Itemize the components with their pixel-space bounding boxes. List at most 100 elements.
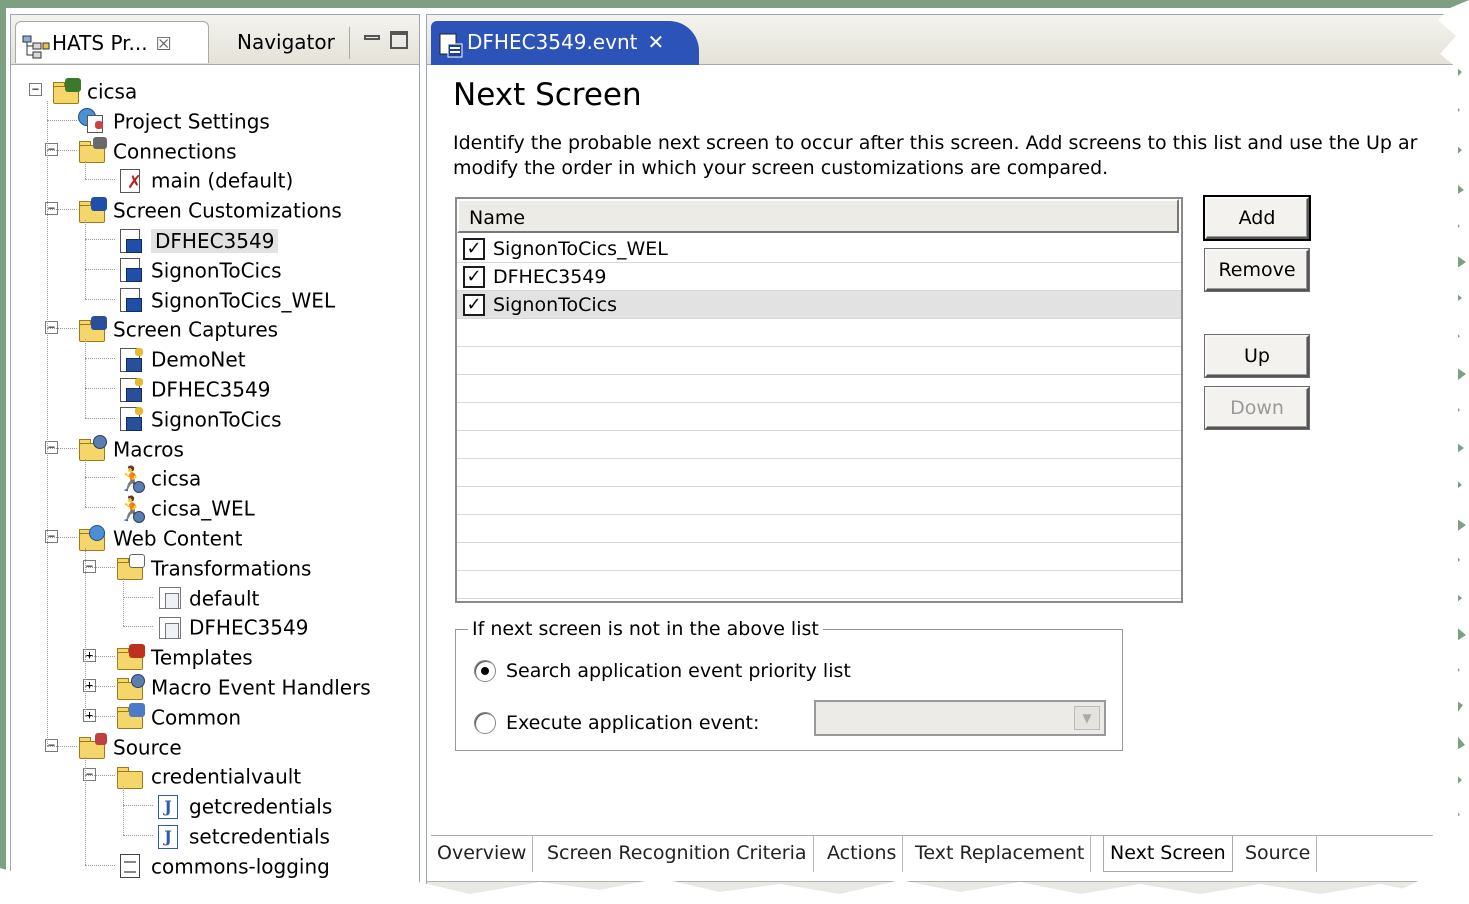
row-checkbox[interactable]: ✓ xyxy=(463,238,485,260)
empty-table-row xyxy=(457,515,1181,543)
application-event-select[interactable]: ▼ xyxy=(814,700,1106,736)
tree-item-cicsa-wel[interactable]: 🏃 cicsa_WEL xyxy=(115,492,255,523)
tree-item-main-default-[interactable]: ✗ main (default) xyxy=(115,164,293,194)
tab-hats-projects[interactable]: HATS Pr... ☒ xyxy=(15,21,209,63)
tab-hats-label: HATS Pr... xyxy=(52,31,148,55)
tree-item-cicsa[interactable]: 🏃 cicsa xyxy=(115,462,201,493)
search-priority-radio[interactable] xyxy=(474,660,496,682)
tree-connector xyxy=(85,239,115,240)
tab-actions[interactable]: Actions xyxy=(821,836,904,872)
tree-item-commons-logging[interactable]: commons-logging xyxy=(115,850,330,880)
tree-connector xyxy=(123,805,153,807)
tree-item-getcredentials[interactable]: Jgetcredentials xyxy=(153,790,332,820)
tree-item-signontocics[interactable]: SignonToCics xyxy=(115,254,282,284)
table-row[interactable]: ✓ SignonToCics xyxy=(457,291,1181,319)
project-tree: cicsa − Project Settings Connections − ✗ main … xyxy=(11,67,419,893)
tree-connector xyxy=(85,268,115,270)
minimize-icon[interactable] xyxy=(364,35,380,40)
tree-item-cicsa[interactable]: cicsa xyxy=(51,75,137,105)
tree-item-source[interactable]: Source xyxy=(77,731,182,761)
screen-customization-icon xyxy=(115,227,145,255)
tree-item-dfhec3549[interactable]: DFHEC3549 xyxy=(115,373,270,403)
tree-item-label: cicsa_WEL xyxy=(151,496,255,521)
tree-item-credentialvault[interactable]: credentialvault xyxy=(115,760,301,790)
tree-item-dfhec3549[interactable]: DFHEC3549 xyxy=(115,224,279,255)
tree-item-connections[interactable]: Connections xyxy=(77,135,237,165)
tree-connector xyxy=(85,358,115,360)
up-button[interactable]: Up xyxy=(1205,335,1309,377)
project-explorer-panel: HATS Pr... ☒ Navigator cicsa − Project Sett… xyxy=(10,14,420,894)
tree-connector xyxy=(85,298,115,300)
tree-connector xyxy=(47,119,77,121)
icon-part xyxy=(93,137,107,150)
execute-event-radio[interactable] xyxy=(474,712,496,734)
icon-part xyxy=(126,417,142,432)
tree-item-web-content[interactable]: Web Content xyxy=(77,522,243,552)
tree-connector xyxy=(85,477,115,479)
collapse-icon[interactable]: − xyxy=(29,83,42,96)
table-row[interactable]: ✓ SignonToCics_WEL xyxy=(457,235,1181,263)
editor-page-tabs: Overview Screen Recognition Criteria Act… xyxy=(431,835,1458,872)
tree-item-setcredentials[interactable]: Jsetcredentials xyxy=(153,820,330,850)
tree-item-macro-event-handlers[interactable]: Macro Event Handlers xyxy=(115,671,371,701)
tab-next-screen[interactable]: Next Screen xyxy=(1103,836,1233,872)
close-icon[interactable]: ☒ xyxy=(156,34,172,55)
tree-connector xyxy=(85,160,86,180)
empty-table-row xyxy=(457,543,1181,571)
down-button[interactable]: Down xyxy=(1205,387,1309,429)
tree-item-signontocics[interactable]: SignonToCics xyxy=(115,403,282,433)
maximize-icon[interactable] xyxy=(390,31,408,49)
tab-screen-recognition-criteria[interactable]: Screen Recognition Criteria xyxy=(541,836,814,872)
column-header-name[interactable]: Name xyxy=(457,199,1179,233)
tree-item-label: DFHEC3549 xyxy=(189,615,309,640)
tree-item-default[interactable]: default xyxy=(153,582,259,612)
tree-item-project-settings[interactable]: Project Settings xyxy=(77,105,270,135)
templates-folder-icon xyxy=(115,643,145,672)
tree-item-macros[interactable]: Macros xyxy=(77,433,184,463)
add-button[interactable]: Add xyxy=(1205,197,1309,239)
java-file-icon: J xyxy=(153,793,183,821)
empty-table-row xyxy=(457,347,1181,375)
tree-item-templates[interactable]: Templates xyxy=(115,641,253,671)
tab-source[interactable]: Source xyxy=(1239,836,1318,872)
tree-item-screen-customizations[interactable]: Screen Customizations xyxy=(77,194,342,224)
view-controls xyxy=(349,27,417,59)
tree-item-label: Screen Captures xyxy=(113,317,279,342)
close-icon[interactable]: ✕ xyxy=(647,30,664,54)
execute-event-label[interactable]: Execute application event: xyxy=(506,710,759,736)
remove-button[interactable]: Remove xyxy=(1205,249,1309,291)
empty-table-row xyxy=(457,403,1181,431)
tab-navigator[interactable]: Navigator xyxy=(233,21,335,63)
table-row[interactable]: ✓ DFHEC3549 xyxy=(457,263,1181,291)
icon-part xyxy=(89,524,105,541)
tree-connector xyxy=(47,745,77,747)
tree-item-label: Web Content xyxy=(113,526,243,551)
icon-part xyxy=(165,593,179,610)
tree-connector xyxy=(85,864,115,866)
tab-overview[interactable]: Overview xyxy=(431,836,534,872)
tree-item-label: default xyxy=(189,586,260,611)
tree-item-label: Transformations xyxy=(151,556,312,581)
empty-table-row xyxy=(457,571,1181,599)
tree-connector xyxy=(85,775,115,777)
tree-item-label: cicsa xyxy=(87,79,138,104)
tree-connector xyxy=(123,577,124,627)
tab-text-replacement[interactable]: Text Replacement xyxy=(909,836,1092,872)
tree-item-demonet[interactable]: DemoNet xyxy=(115,343,246,373)
screen-capture-icon xyxy=(115,376,145,404)
tree-item-label: Screen Customizations xyxy=(113,198,342,223)
search-priority-label[interactable]: Search application event priority list xyxy=(506,658,851,684)
radio-selected-dot xyxy=(481,667,489,675)
row-checkbox[interactable]: ✓ xyxy=(463,294,485,316)
fallback-group: If next screen is not in the above list … xyxy=(455,616,1123,751)
tree-item-signontocics-wel[interactable]: SignonToCics_WEL xyxy=(115,284,335,314)
tree-item-label: Common xyxy=(151,705,242,730)
row-checkbox[interactable]: ✓ xyxy=(463,266,485,288)
tree-item-common[interactable]: Common xyxy=(115,701,241,731)
chevron-down-icon[interactable]: ▼ xyxy=(1074,706,1100,730)
tree-item-dfhec3549[interactable]: DFHEC3549 xyxy=(153,611,308,641)
tree-item-transformations[interactable]: Transformations xyxy=(115,552,311,582)
macros-folder-icon xyxy=(77,435,107,463)
editor-tab-dfhec3549[interactable]: DFHEC3549.evnt ✕ xyxy=(431,21,699,65)
tree-item-screen-captures[interactable]: Screen Captures xyxy=(77,313,278,343)
